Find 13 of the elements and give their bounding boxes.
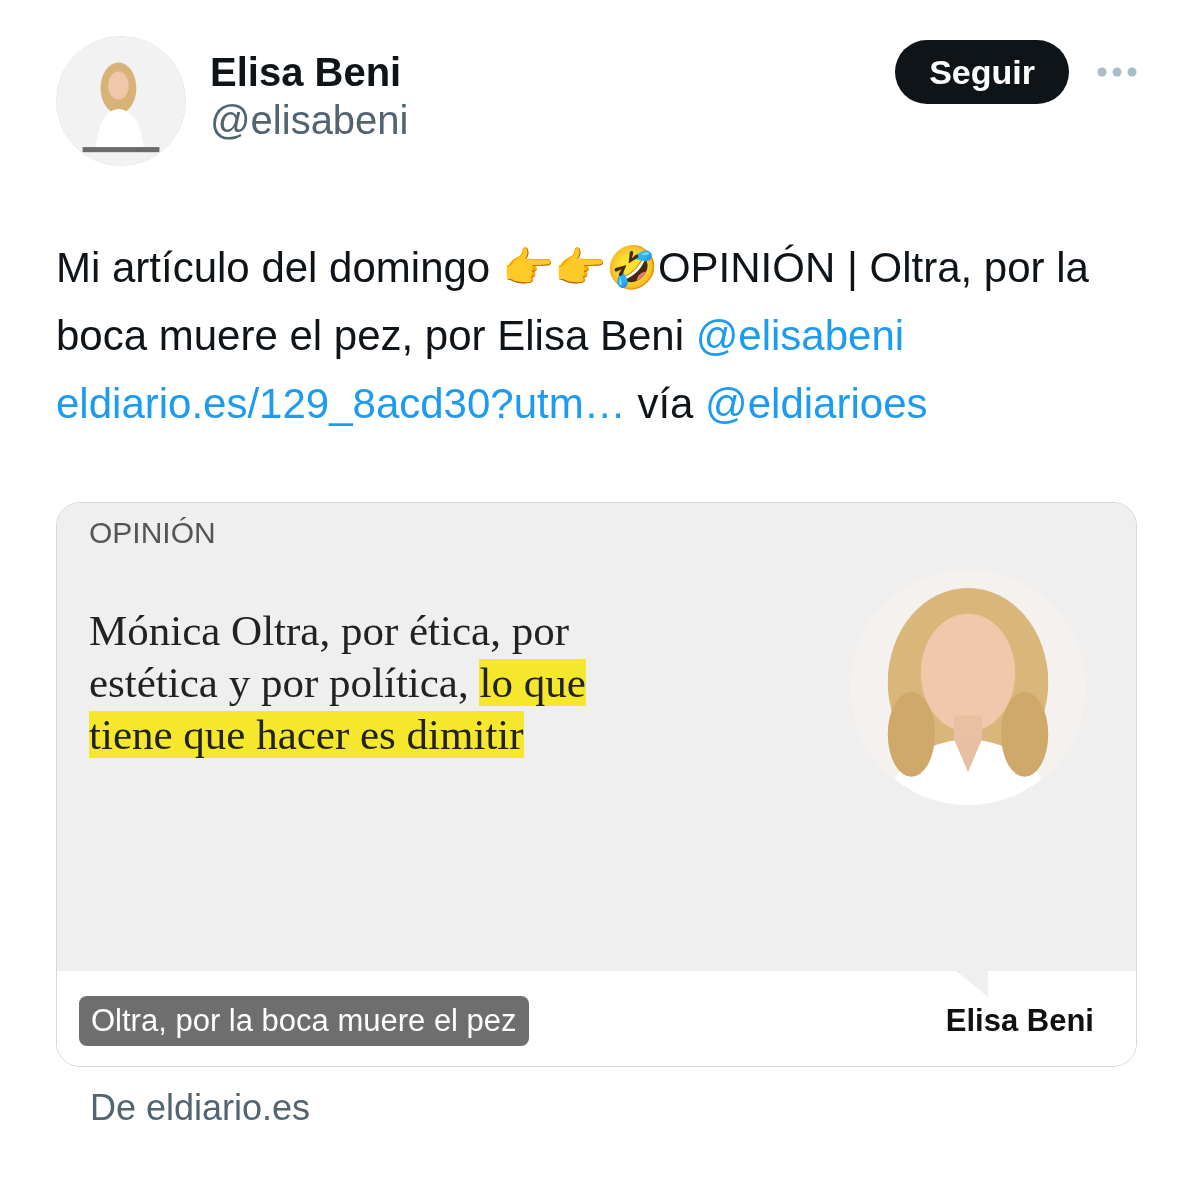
tweet-text: Mi artículo del domingo 👉👉🤣OPINIÓN | Oltra, por la boca muere el pez, por Elisa Beni @elisabeni eldiario.es/129_8acd30?utm… vía @eldiarioes: [56, 243, 1090, 429]
byline: Elisa Beni: [945, 1001, 1094, 1040]
follow-button[interactable]: Seguir: [895, 40, 1069, 104]
tweet-link[interactable]: @eldiarioes: [705, 380, 928, 427]
source-label: De eldiario.es: [90, 1086, 312, 1130]
author-handle: @elisabeni: [210, 97, 409, 144]
author-name: Elisa Beni: [210, 49, 403, 96]
image-caption: Oltra, por la boca muere el pez: [79, 996, 529, 1046]
tweet-link[interactable]: eldiario.es/129_8acd30?utm…: [56, 380, 626, 427]
tweet-link[interactable]: @elisabeni: [695, 312, 905, 359]
more-icon[interactable]: [1097, 67, 1137, 77]
link-card[interactable]: OPINIÓN Mónica Oltra, por ética, por estética y por política, lo que tiene que hacer es dimitir Oltra, por la boca muere el pez Elisa Beni: [56, 502, 1137, 1067]
section-label: OPINIÓN: [89, 515, 217, 551]
